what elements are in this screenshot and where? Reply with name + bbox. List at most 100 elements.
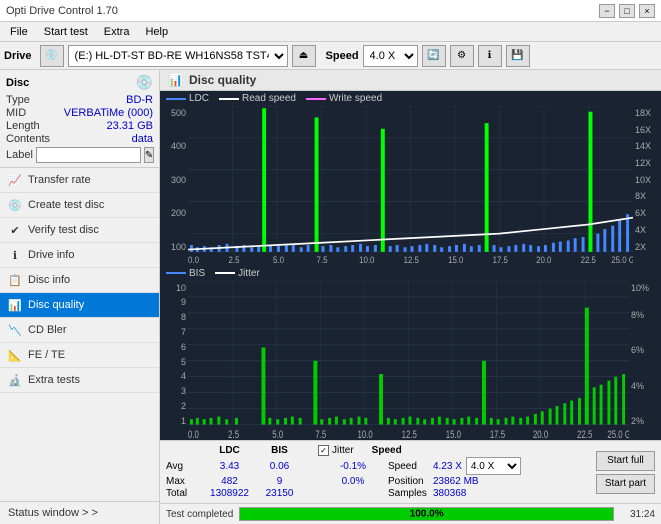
speed-select[interactable]: 4.0 X xyxy=(363,45,418,67)
svg-text:0.0: 0.0 xyxy=(188,255,199,266)
settings-button[interactable]: ⚙ xyxy=(450,45,474,67)
title-bar: Opti Drive Control 1.70 − □ × xyxy=(0,0,661,22)
total-label: Total xyxy=(166,488,202,499)
svg-text:5.0: 5.0 xyxy=(272,428,283,439)
legend-jitter: Jitter xyxy=(215,268,260,279)
read-color xyxy=(219,98,239,100)
ldc-color xyxy=(166,98,186,100)
label-edit-button[interactable]: ✎ xyxy=(144,147,154,163)
svg-text:25.0 GB: 25.0 GB xyxy=(611,255,633,266)
y-label-400: 400 xyxy=(171,141,186,151)
sidebar-label-drive-info: Drive info xyxy=(28,249,74,261)
sidebar-item-drive-info[interactable]: ℹ Drive info xyxy=(0,243,159,268)
bottom-chart-svg: 0.0 2.5 5.0 7.5 10.0 12.5 15.0 17.5 20.0… xyxy=(188,281,629,441)
refresh-button[interactable]: 🔄 xyxy=(422,45,446,67)
status-window-button[interactable]: Status window > > xyxy=(0,501,159,524)
maximize-button[interactable]: □ xyxy=(619,4,635,18)
jitter-check-icon: ✓ xyxy=(318,445,329,456)
sidebar-item-disc-quality[interactable]: 📊 Disc quality xyxy=(0,293,159,318)
create-test-disc-icon: 💿 xyxy=(8,198,22,212)
jitter-col-header: Jitter xyxy=(332,445,354,456)
length-label: Length xyxy=(6,120,40,132)
svg-text:12.5: 12.5 xyxy=(404,255,420,266)
legend-write: Write speed xyxy=(306,93,382,104)
app-title: Opti Drive Control 1.70 xyxy=(6,5,118,17)
mid-label: MID xyxy=(6,107,26,119)
stats-header-row: LDC BIS ✓ Jitter Speed Avg 3.43 xyxy=(166,445,655,499)
jitter-label: Jitter xyxy=(238,268,260,279)
info-button[interactable]: ℹ xyxy=(478,45,502,67)
status-text: Test completed xyxy=(166,509,233,520)
top-y2-axis: 18X 16X 14X 12X 10X 8X 6X 4X 2X xyxy=(633,106,661,266)
menu-start-test[interactable]: Start test xyxy=(38,24,94,40)
start-part-button[interactable]: Start part xyxy=(596,474,655,494)
bot-y-axis: 10 9 8 7 6 5 4 3 2 1 xyxy=(160,281,188,441)
fe-te-icon: 📐 xyxy=(8,348,22,362)
disc-image-icon[interactable]: 💿 xyxy=(136,74,153,91)
sidebar-item-verify-test-disc[interactable]: ✔ Verify test disc xyxy=(0,218,159,243)
cd-bler-icon: 📉 xyxy=(8,323,22,337)
top-chart-container: 500 400 300 200 100 xyxy=(160,106,661,266)
ldc-label: LDC xyxy=(189,93,209,104)
avg-bis: 0.06 xyxy=(257,461,302,472)
left-panel: Disc 💿 Type BD-R MID VERBATiMe (000) Len… xyxy=(0,70,160,524)
max-label: Max xyxy=(166,476,202,487)
sidebar-item-cd-bler[interactable]: 📉 CD Bler xyxy=(0,318,159,343)
samples-value: 380368 xyxy=(433,488,466,499)
speed-select-stats[interactable]: 4.0 X xyxy=(466,457,521,475)
type-value: BD-R xyxy=(126,94,153,106)
eject-button[interactable]: ⏏ xyxy=(292,45,316,67)
svg-text:2.5: 2.5 xyxy=(228,428,239,439)
stats-area: LDC BIS ✓ Jitter Speed Avg 3.43 xyxy=(160,440,661,503)
save-button[interactable]: 💾 xyxy=(506,45,530,67)
svg-text:10.0: 10.0 xyxy=(358,428,373,439)
svg-text:22.5: 22.5 xyxy=(577,428,592,439)
stats-col-headers: LDC BIS ✓ Jitter Speed xyxy=(166,445,521,456)
start-full-button[interactable]: Start full xyxy=(596,451,655,471)
write-color xyxy=(306,98,326,100)
menu-help[interactable]: Help xyxy=(139,24,174,40)
close-button[interactable]: × xyxy=(639,4,655,18)
menu-extra[interactable]: Extra xyxy=(98,24,136,40)
svg-text:20.0: 20.0 xyxy=(533,428,548,439)
window-controls: − □ × xyxy=(599,4,655,18)
disc-section-label: Disc xyxy=(6,77,29,89)
bis-col-header: BIS xyxy=(257,445,302,456)
drive-select[interactable]: (E:) HL-DT-ST BD-RE WH16NS58 TST4 xyxy=(68,45,288,67)
sidebar-item-disc-info[interactable]: 📋 Disc info xyxy=(0,268,159,293)
jitter-checkbox[interactable]: ✓ Jitter xyxy=(318,445,354,456)
avg-jitter: -0.1% xyxy=(318,461,388,472)
progress-bar: 100.0% xyxy=(239,507,614,521)
sidebar-item-transfer-rate[interactable]: 📈 Transfer rate xyxy=(0,168,159,193)
extra-tests-icon: 🔬 xyxy=(8,373,22,387)
progress-percent: 100.0% xyxy=(410,509,444,520)
svg-text:25.0 GB: 25.0 GB xyxy=(607,428,629,439)
menu-file[interactable]: File xyxy=(4,24,34,40)
drive-icon-button[interactable]: 💿 xyxy=(40,45,64,67)
top-y-axis: 500 400 300 200 100 xyxy=(160,106,188,266)
contents-value: data xyxy=(132,133,153,145)
legend-read: Read speed xyxy=(219,93,296,104)
sidebar-item-create-test-disc[interactable]: 💿 Create test disc xyxy=(0,193,159,218)
total-bis: 23150 xyxy=(257,488,302,499)
sidebar-label-disc-info: Disc info xyxy=(28,274,70,286)
minimize-button[interactable]: − xyxy=(599,4,615,18)
sidebar-label-extra-tests: Extra tests xyxy=(28,374,80,386)
chart-header-icon: 📊 xyxy=(168,73,183,87)
svg-text:15.0: 15.0 xyxy=(446,428,461,439)
label-key: Label xyxy=(6,149,33,161)
charts-area: LDC Read speed Write speed 500 400 300 xyxy=(160,91,661,440)
y-label-100: 100 xyxy=(171,242,186,252)
sidebar-item-extra-tests[interactable]: 🔬 Extra tests xyxy=(0,368,159,393)
y-label-300: 300 xyxy=(171,175,186,185)
avg-ldc: 3.43 xyxy=(202,461,257,472)
label-input[interactable] xyxy=(36,147,141,163)
sidebar-item-fe-te[interactable]: 📐 FE / TE xyxy=(0,343,159,368)
speed-value-stat: 4.23 X xyxy=(433,461,462,472)
svg-text:10.0: 10.0 xyxy=(359,255,375,266)
svg-text:22.5: 22.5 xyxy=(581,255,597,266)
bottom-chart-container: 10 9 8 7 6 5 4 3 2 1 xyxy=(160,281,661,441)
right-panel: 📊 Disc quality LDC Read speed Write spee… xyxy=(160,70,661,524)
sidebar-label-verify-test-disc: Verify test disc xyxy=(28,224,99,236)
stats-total-row: Total 1308922 23150 Samples 380368 xyxy=(166,488,521,499)
